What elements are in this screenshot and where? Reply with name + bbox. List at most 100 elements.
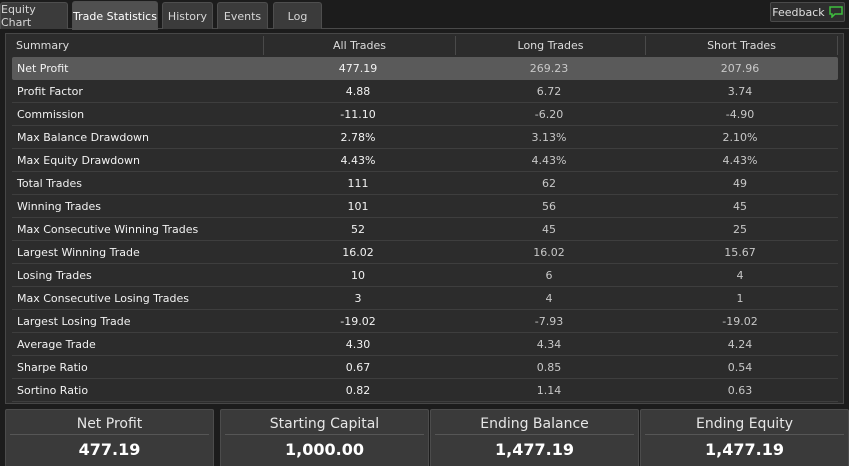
table-row[interactable]: Average Trade 4.30 4.34 4.24 bbox=[12, 333, 838, 356]
tab-equity-chart[interactable]: Equity Chart bbox=[0, 2, 68, 29]
cell-all-trades: -11.10 bbox=[340, 107, 376, 121]
cell-long-trades: 4.43% bbox=[531, 153, 567, 167]
card-title: Net Profit bbox=[10, 413, 209, 435]
cell-long-trades: 62 bbox=[542, 176, 556, 190]
feedback-button[interactable]: Feedback bbox=[770, 2, 845, 22]
statistics-table-body: Net Profit 477.19 269.23 207.96 Profit F… bbox=[12, 57, 838, 402]
table-row[interactable]: Sortino Ratio 0.82 1.14 0.63 bbox=[12, 379, 838, 402]
cell-short-trades: 4.43% bbox=[722, 153, 758, 167]
trade-statistics-panel: Summary All Trades Long Trades Short Tra… bbox=[5, 33, 844, 404]
row-label: Winning Trades bbox=[17, 199, 101, 213]
speech-bubble-icon bbox=[828, 6, 843, 18]
row-label: Losing Trades bbox=[17, 268, 92, 282]
cell-all-trades: 477.19 bbox=[338, 61, 378, 75]
cell-long-trades: 0.85 bbox=[536, 360, 562, 374]
table-row[interactable]: Largest Winning Trade 16.02 16.02 15.67 bbox=[12, 241, 838, 264]
cell-all-trades: 101 bbox=[347, 199, 369, 213]
cell-short-trades: 4 bbox=[736, 268, 744, 282]
tab-trade-statistics[interactable]: Trade Statistics bbox=[72, 1, 158, 30]
cell-long-trades: 1.14 bbox=[536, 383, 562, 397]
cell-all-trades: 52 bbox=[351, 222, 365, 236]
cell-short-trades: 2.10% bbox=[722, 130, 758, 144]
table-row[interactable]: Max Balance Drawdown 2.78% 3.13% 2.10% bbox=[12, 126, 838, 149]
row-label: Max Equity Drawdown bbox=[17, 153, 140, 167]
cell-long-trades: 3.13% bbox=[531, 130, 567, 144]
cell-all-trades: 2.78% bbox=[340, 130, 376, 144]
row-label: Max Consecutive Winning Trades bbox=[17, 222, 199, 236]
card-value: 477.19 bbox=[78, 439, 141, 459]
table-header: Summary All Trades Long Trades Short Tra… bbox=[12, 36, 838, 55]
cell-all-trades: 0.67 bbox=[345, 360, 371, 374]
feedback-label: Feedback bbox=[772, 5, 825, 19]
row-label: Average Trade bbox=[17, 337, 96, 351]
row-label: Max Balance Drawdown bbox=[17, 130, 150, 144]
card-ending-balance: Ending Balance 1,477.19 bbox=[430, 409, 639, 466]
row-label: Sharpe Ratio bbox=[17, 360, 88, 374]
card-title: Ending Balance bbox=[435, 413, 634, 435]
header-all-trades[interactable]: All Trades bbox=[264, 36, 456, 55]
cell-short-trades: 15.67 bbox=[724, 245, 756, 259]
header-summary[interactable]: Summary bbox=[12, 36, 264, 55]
card-starting-capital: Starting Capital 1,000.00 bbox=[220, 409, 429, 466]
cell-all-trades: 0.82 bbox=[345, 383, 371, 397]
cell-all-trades: 4.88 bbox=[345, 84, 371, 98]
tab-events[interactable]: Events bbox=[217, 2, 268, 29]
cell-long-trades: 6 bbox=[545, 268, 553, 282]
tab-history[interactable]: History bbox=[162, 2, 213, 29]
cell-short-trades: 25 bbox=[733, 222, 747, 236]
cell-short-trades: -4.90 bbox=[725, 107, 755, 121]
row-label: Commission bbox=[17, 107, 85, 121]
cell-long-trades: -6.20 bbox=[534, 107, 564, 121]
card-title: Ending Equity bbox=[645, 413, 844, 435]
table-row[interactable]: Max Equity Drawdown 4.43% 4.43% 4.43% bbox=[12, 149, 838, 172]
table-row[interactable]: Largest Losing Trade -19.02 -7.93 -19.02 bbox=[12, 310, 838, 333]
cell-short-trades: 4.24 bbox=[727, 337, 753, 351]
cell-long-trades: 6.72 bbox=[536, 84, 562, 98]
row-label: Max Consecutive Losing Trades bbox=[17, 291, 190, 305]
table-row[interactable]: Commission -11.10 -6.20 -4.90 bbox=[12, 103, 838, 126]
cell-long-trades: 4 bbox=[545, 291, 553, 305]
table-row[interactable]: Losing Trades 10 6 4 bbox=[12, 264, 838, 287]
card-value: 1,477.19 bbox=[495, 439, 574, 459]
cell-short-trades: 0.54 bbox=[727, 360, 753, 374]
table-row[interactable]: Max Consecutive Winning Trades 52 45 25 bbox=[12, 218, 838, 241]
cell-all-trades: 4.30 bbox=[345, 337, 371, 351]
table-row[interactable]: Sharpe Ratio 0.67 0.85 0.54 bbox=[12, 356, 838, 379]
table-row[interactable]: Profit Factor 4.88 6.72 3.74 bbox=[12, 80, 838, 103]
cell-short-trades: 0.63 bbox=[727, 383, 753, 397]
tab-log[interactable]: Log bbox=[273, 2, 322, 29]
cell-all-trades: 16.02 bbox=[342, 245, 374, 259]
cell-all-trades: 10 bbox=[351, 268, 365, 282]
card-title: Starting Capital bbox=[225, 413, 424, 435]
card-value: 1,000.00 bbox=[285, 439, 364, 459]
cell-long-trades: 269.23 bbox=[529, 61, 569, 75]
cell-short-trades: 49 bbox=[733, 176, 747, 190]
row-label: Largest Losing Trade bbox=[17, 314, 131, 328]
cell-short-trades: 1 bbox=[736, 291, 744, 305]
cell-all-trades: 111 bbox=[347, 176, 369, 190]
table-row[interactable]: Max Consecutive Losing Trades 3 4 1 bbox=[12, 287, 838, 310]
table-row[interactable]: Total Trades 111 62 49 bbox=[12, 172, 838, 195]
cell-all-trades: 3 bbox=[354, 291, 362, 305]
card-net-profit: Net Profit 477.19 bbox=[5, 409, 214, 466]
cell-long-trades: -7.93 bbox=[534, 314, 564, 328]
cell-long-trades: 45 bbox=[542, 222, 556, 236]
table-row[interactable]: Winning Trades 101 56 45 bbox=[12, 195, 838, 218]
cell-long-trades: 56 bbox=[542, 199, 556, 213]
card-ending-equity: Ending Equity 1,477.19 bbox=[640, 409, 849, 466]
cell-short-trades: 3.74 bbox=[727, 84, 753, 98]
table-row[interactable]: Net Profit 477.19 269.23 207.96 bbox=[12, 57, 838, 80]
cell-all-trades: 4.43% bbox=[340, 153, 376, 167]
cell-short-trades: 207.96 bbox=[720, 61, 760, 75]
cell-long-trades: 16.02 bbox=[533, 245, 565, 259]
row-label: Profit Factor bbox=[17, 84, 83, 98]
row-label: Total Trades bbox=[17, 176, 83, 190]
cell-all-trades: -19.02 bbox=[340, 314, 376, 328]
row-label: Sortino Ratio bbox=[17, 383, 89, 397]
header-long-trades[interactable]: Long Trades bbox=[456, 36, 646, 55]
cell-short-trades: -19.02 bbox=[722, 314, 758, 328]
row-label: Net Profit bbox=[17, 61, 69, 75]
cell-short-trades: 45 bbox=[733, 199, 747, 213]
cell-long-trades: 4.34 bbox=[536, 337, 562, 351]
header-short-trades[interactable]: Short Trades bbox=[646, 36, 838, 55]
